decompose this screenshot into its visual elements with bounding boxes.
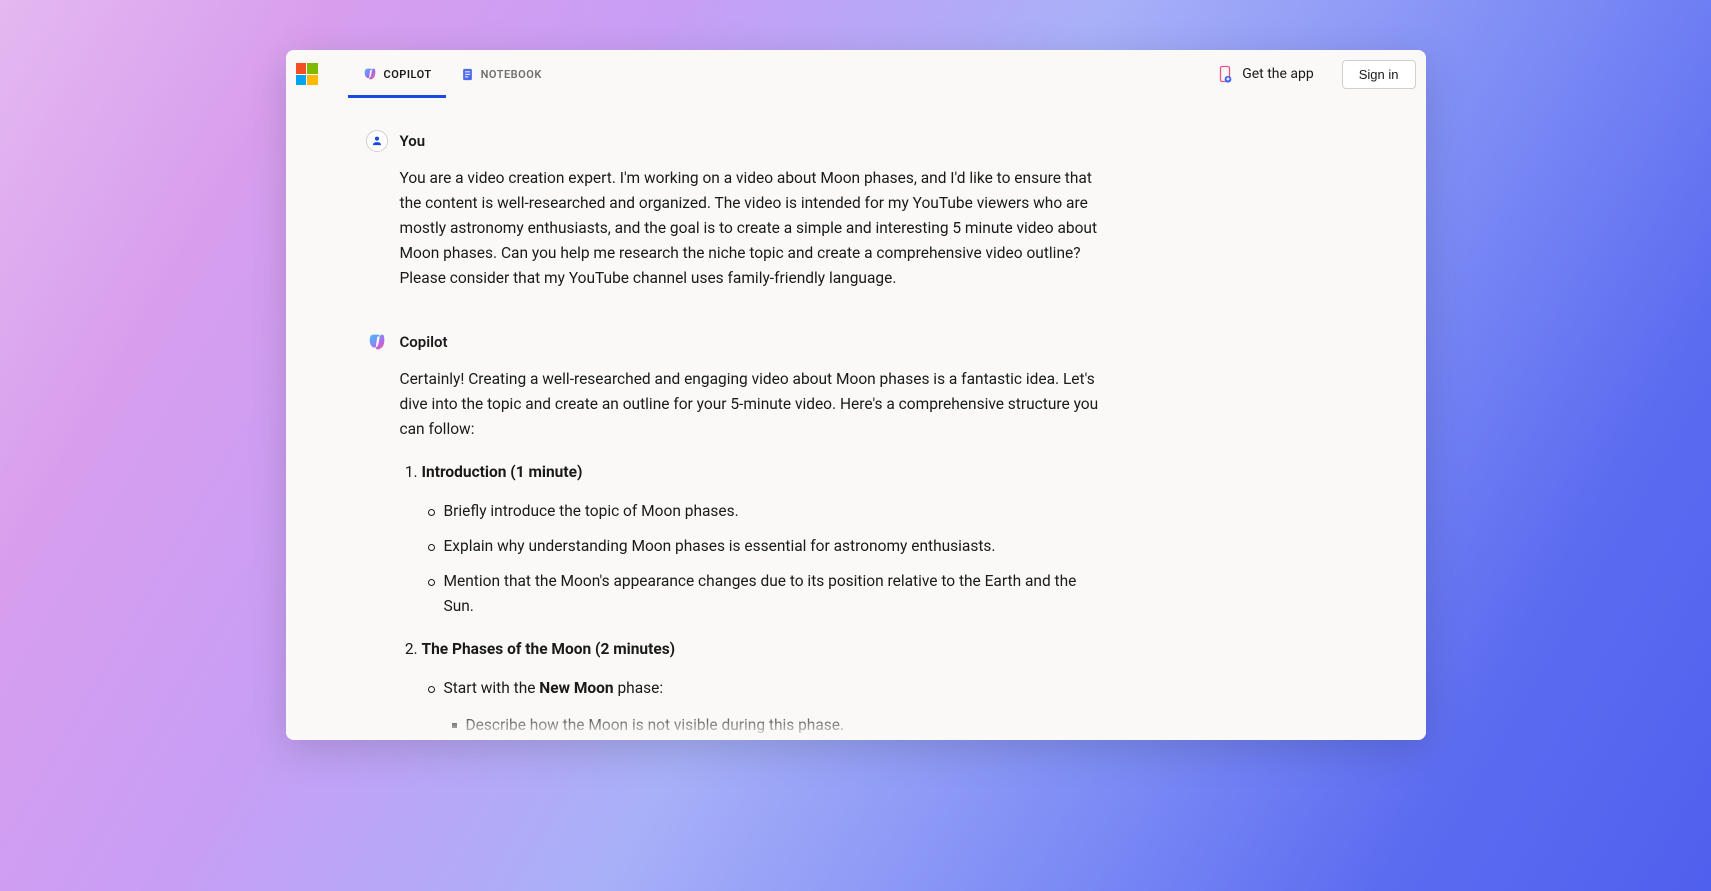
bullet-item: Briefly introduce the topic of Moon phas…: [444, 499, 1100, 524]
section-1-bullets: Briefly introduce the topic of Moon phas…: [422, 499, 1100, 619]
user-message-text: You are a video creation expert. I'm wor…: [400, 166, 1100, 291]
outline-section-1: Introduction (1 minute) Briefly introduc…: [422, 460, 1100, 619]
sign-in-button[interactable]: Sign in: [1342, 60, 1416, 89]
assistant-intro-text: Certainly! Creating a well-researched an…: [400, 367, 1100, 442]
notebook-icon: [460, 67, 475, 82]
assistant-author-label: Copilot: [400, 331, 1346, 353]
user-author-label: You: [400, 130, 1346, 152]
section-2-bullets: Start with the New Moon phase: Describe …: [422, 676, 1100, 740]
tab-copilot-label: COPILOT: [384, 68, 432, 81]
outline-list: Introduction (1 minute) Briefly introduc…: [400, 460, 1100, 740]
section-1-title: Introduction (1 minute): [422, 463, 583, 481]
user-avatar-icon: [366, 130, 388, 152]
assistant-message: Copilot Certainly! Creating a well-resea…: [366, 331, 1346, 740]
phone-app-icon: [1216, 65, 1234, 83]
conversation-area: You You are a video creation expert. I'm…: [286, 98, 1426, 740]
bullet-item: Start with the New Moon phase: Describe …: [444, 676, 1100, 740]
outline-section-2: The Phases of the Moon (2 minutes) Start…: [422, 637, 1100, 740]
header: COPILOT NOTEBOOK: [286, 50, 1426, 98]
bullet-item: Explain why understanding Moon phases is…: [444, 534, 1100, 559]
app-window: COPILOT NOTEBOOK: [286, 50, 1426, 740]
sub-bullet-item: Describe how the Moon is not visible dur…: [466, 713, 1100, 738]
bullet-pre: Start with the: [444, 679, 540, 697]
get-app-label: Get the app: [1242, 66, 1314, 82]
tab-copilot[interactable]: COPILOT: [348, 50, 446, 98]
tab-notebook[interactable]: NOTEBOOK: [446, 50, 556, 98]
copilot-icon: [362, 66, 378, 82]
tab-notebook-label: NOTEBOOK: [481, 68, 542, 81]
get-app-button[interactable]: Get the app: [1204, 59, 1326, 89]
copilot-avatar-icon: [366, 331, 388, 353]
bullet-post: phase:: [614, 679, 664, 697]
bullet-item: Mention that the Moon's appearance chang…: [444, 569, 1100, 619]
section-2-title: The Phases of the Moon (2 minutes): [422, 640, 676, 658]
user-message: You You are a video creation expert. I'm…: [366, 130, 1346, 291]
sub-bullets: Describe how the Moon is not visible dur…: [444, 713, 1100, 740]
bullet-bold: New Moon: [539, 679, 613, 697]
assistant-message-body: Copilot Certainly! Creating a well-resea…: [400, 331, 1346, 740]
tab-bar: COPILOT NOTEBOOK: [348, 50, 556, 98]
microsoft-logo-icon[interactable]: [296, 63, 318, 85]
user-message-body: You You are a video creation expert. I'm…: [400, 130, 1346, 291]
